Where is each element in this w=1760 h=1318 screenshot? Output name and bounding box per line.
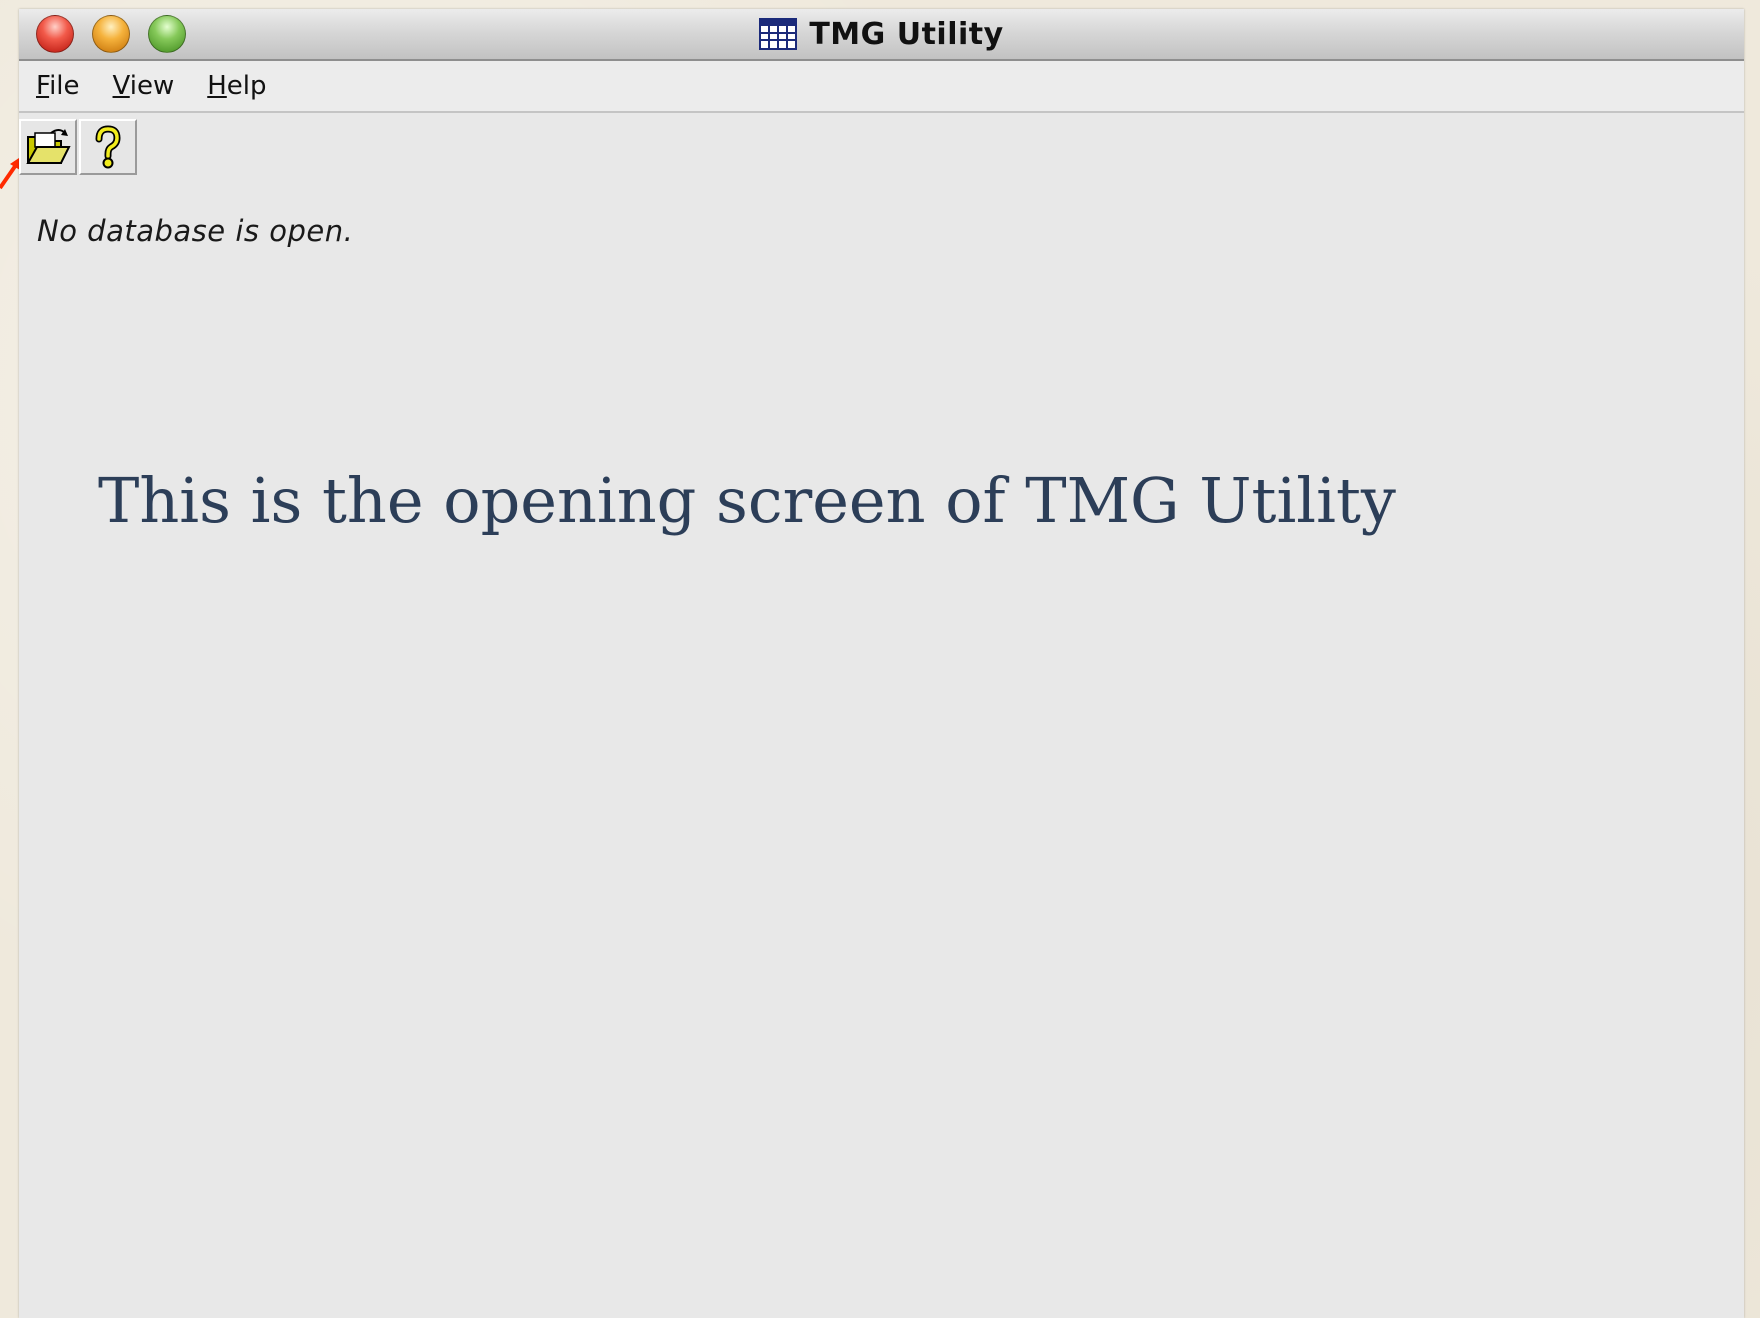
menu-view-rest: iew: [129, 71, 175, 101]
open-folder-icon: [26, 129, 71, 164]
database-status-text: No database is open.: [37, 214, 354, 248]
title-container: TMG Utility: [19, 9, 1744, 59]
menu-bar: File View Help: [19, 61, 1744, 113]
menu-file-rest: ile: [49, 71, 80, 101]
menu-view[interactable]: View: [113, 71, 175, 101]
toolbar: [19, 113, 1744, 179]
app-window: TMG Utility File View Help No database i…: [19, 9, 1744, 1318]
help-button[interactable]: [79, 119, 137, 175]
title-bar[interactable]: TMG Utility: [19, 9, 1744, 61]
menu-view-mnemonic: V: [112, 71, 130, 101]
menu-help[interactable]: Help: [207, 71, 266, 101]
annotation-caption: This is the opening screen of TMG Utilit…: [98, 464, 1396, 537]
window-title: TMG Utility: [809, 16, 1004, 52]
table-app-icon: [759, 18, 798, 50]
open-database-button[interactable]: [19, 119, 77, 175]
question-mark-icon: [95, 125, 121, 169]
menu-help-rest: elp: [226, 71, 267, 101]
menu-file[interactable]: File: [36, 71, 80, 101]
menu-file-mnemonic: F: [36, 71, 50, 101]
menu-help-mnemonic: H: [207, 71, 227, 101]
